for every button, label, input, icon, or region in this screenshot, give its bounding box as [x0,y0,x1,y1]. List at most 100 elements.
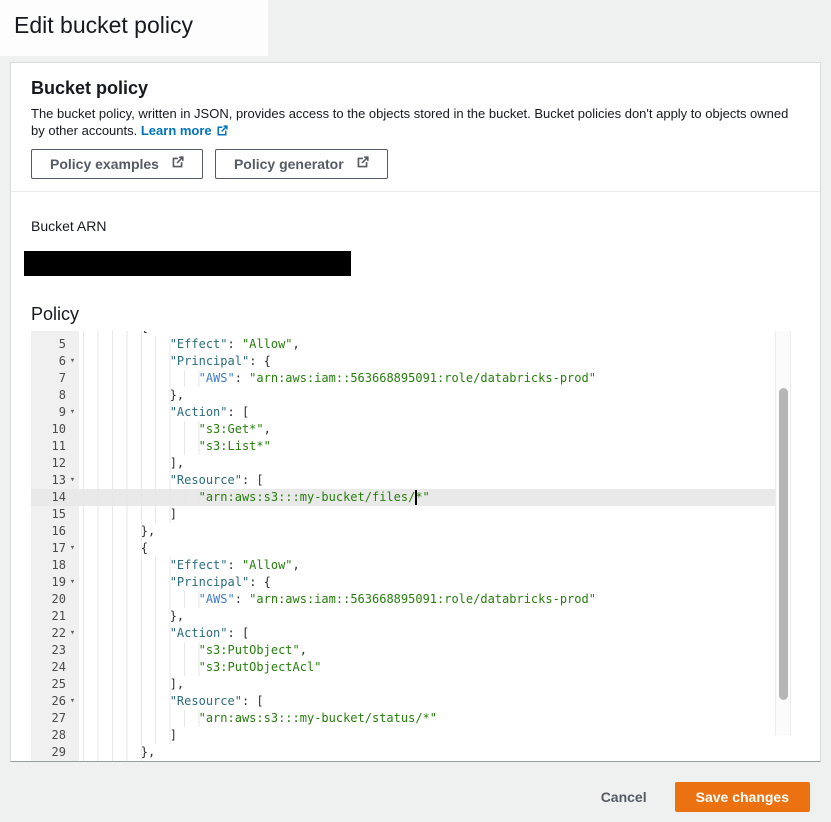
code-line-text[interactable]: "Action": [ [79,625,791,642]
editor-line[interactable]: 7 "AWS": "arn:aws:iam::563668895091:role… [31,370,791,387]
text-cursor [415,490,417,505]
fold-toggle-icon[interactable]: ▾ [66,540,79,557]
external-link-icon [216,124,228,141]
editor-line[interactable]: 22▾ "Action": [ [31,625,791,642]
code-line-text[interactable]: "Effect": "Allow", [79,557,791,574]
line-number: 15 [52,506,66,523]
line-number-cell: 28 [31,727,79,744]
line-number-cell: 15 [31,506,79,523]
line-number: 7 [59,370,66,387]
line-number: 10 [52,421,66,438]
code-line-text[interactable]: "AWS": "arn:aws:iam::563668895091:role/d… [79,370,791,387]
line-number-cell: 23 [31,642,79,659]
line-number-cell: 29 [31,744,79,761]
code-line-text[interactable]: }, [79,608,791,625]
editor-line[interactable]: 9▾ "Action": [ [31,404,791,421]
line-number-cell: 14 [31,489,79,506]
editor-line[interactable]: 16 }, [31,523,791,540]
editor-line[interactable]: 18 "Effect": "Allow", [31,557,791,574]
save-changes-button[interactable]: Save changes [675,782,810,812]
line-number: 6 [59,353,66,370]
line-number: 11 [52,438,66,455]
fold-toggle-icon[interactable]: ▾ [66,574,79,591]
code-line-text[interactable]: "s3:PutObject", [79,642,791,659]
code-line-text[interactable]: "Effect": "Allow", [79,336,791,353]
code-line-text[interactable]: "AWS": "arn:aws:iam::563668895091:role/d… [79,591,791,608]
code-line-text[interactable]: ], [79,676,791,693]
editor-line[interactable]: 10 "s3:Get*", [31,421,791,438]
editor-line[interactable]: 5 "Effect": "Allow", [31,336,791,353]
editor-line[interactable]: 29 }, [31,744,791,761]
code-line-text[interactable]: "arn:aws:s3:::my-bucket/status/*" [79,710,791,727]
panel-title: Bucket policy [31,77,800,99]
editor-line[interactable]: 20 "AWS": "arn:aws:iam::563668895091:rol… [31,591,791,608]
line-number-cell: 25 [31,676,79,693]
code-line-text[interactable]: "Resource": [ [79,693,791,710]
code-line-text[interactable]: "arn:aws:s3:::my-bucket/files/*" [79,489,791,506]
fold-toggle-icon[interactable]: ▾ [66,353,79,370]
code-line-text[interactable]: "s3:Get*", [79,421,791,438]
line-number-cell: 22▾ [31,625,79,642]
line-number: 14 [52,489,66,506]
line-number-cell: 6▾ [31,353,79,370]
line-number: 24 [52,659,66,676]
code-line-text[interactable]: }, [79,387,791,404]
line-number: 18 [52,557,66,574]
cancel-button[interactable]: Cancel [601,789,647,805]
editor-vertical-scrollbar[interactable] [775,331,791,735]
editor-line[interactable]: 15 ] [31,506,791,523]
fold-toggle-icon[interactable]: ▾ [66,472,79,489]
line-number: 27 [52,710,66,727]
code-line-text[interactable]: "s3:PutObjectAcl" [79,659,791,676]
learn-more-link[interactable]: Learn more [141,123,228,138]
code-line-text[interactable]: "Resource": [ [79,472,791,489]
panel-description: The bucket policy, written in JSON, prov… [31,105,793,141]
code-line-text[interactable]: }, [79,744,791,761]
line-number: 29 [52,744,66,761]
code-line-text[interactable]: { [79,540,791,557]
line-number-cell: 5 [31,336,79,353]
editor-line[interactable]: 11 "s3:List*" [31,438,791,455]
line-number-cell: 9▾ [31,404,79,421]
editor-line[interactable]: 17▾ { [31,540,791,557]
editor-line[interactable]: 21 }, [31,608,791,625]
editor-line[interactable]: 25 ], [31,676,791,693]
code-line-text[interactable]: "s3:List*" [79,438,791,455]
line-number-cell: 10 [31,421,79,438]
editor-line[interactable]: 27 "arn:aws:s3:::my-bucket/status/*" [31,710,791,727]
editor-line[interactable]: 24 "s3:PutObjectAcl" [31,659,791,676]
policy-generator-label: Policy generator [234,156,344,172]
code-line-text[interactable]: "Action": [ [79,404,791,421]
code-line-text[interactable]: "Principal": { [79,574,791,591]
learn-more-label: Learn more [141,123,212,138]
policy-section-label: Policy [31,303,800,325]
editor-line[interactable]: 6▾ "Principal": { [31,353,791,370]
editor-line[interactable]: 26▾ "Resource": [ [31,693,791,710]
editor-line[interactable]: 13▾ "Resource": [ [31,472,791,489]
policy-editor[interactable]: 4▾ {5 "Effect": "Allow",6▾ "Principal": … [31,331,791,761]
editor-line[interactable]: 23 "s3:PutObject", [31,642,791,659]
editor-line[interactable]: 19▾ "Principal": { [31,574,791,591]
line-number: 23 [52,642,66,659]
code-line-text[interactable]: ] [79,727,791,744]
line-number-cell: 26▾ [31,693,79,710]
code-line-text[interactable]: ] [79,506,791,523]
scrollbar-thumb[interactable] [779,388,788,700]
line-number: 8 [59,387,66,404]
header-buttons-row: Policy examples Policy generator [31,149,800,179]
code-line-text[interactable]: "Principal": { [79,353,791,370]
code-line-text[interactable]: ], [79,455,791,472]
editor-line[interactable]: 12 ], [31,455,791,472]
bucket-arn-label: Bucket ARN [31,218,800,235]
policy-generator-button[interactable]: Policy generator [215,149,388,179]
editor-line[interactable]: 8 }, [31,387,791,404]
editor-line[interactable]: 14 "arn:aws:s3:::my-bucket/files/*" [31,489,791,506]
fold-toggle-icon[interactable]: ▾ [66,693,79,710]
external-link-icon [356,156,369,172]
code-line-text[interactable]: }, [79,523,791,540]
fold-toggle-icon[interactable]: ▾ [66,625,79,642]
editor-line[interactable]: 28 ] [31,727,791,744]
policy-examples-button[interactable]: Policy examples [31,149,203,179]
panel-body: Bucket ARN Policy 4▾ {5 "Effect": "Allow… [11,192,820,761]
fold-toggle-icon[interactable]: ▾ [66,404,79,421]
